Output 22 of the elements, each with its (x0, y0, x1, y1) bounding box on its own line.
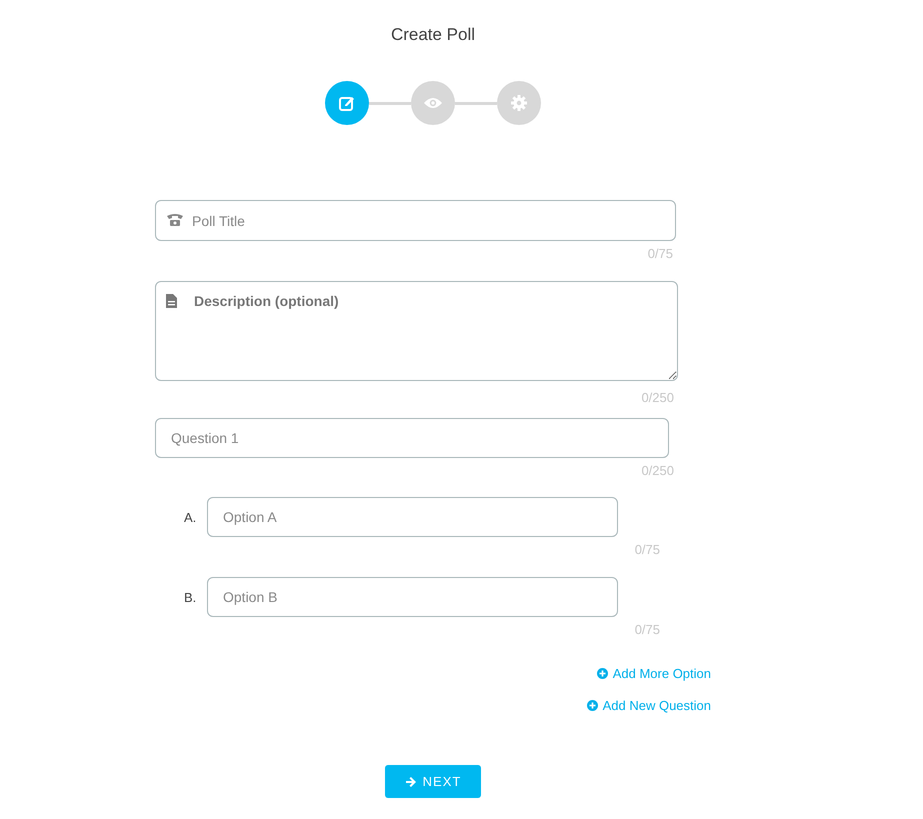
text-field[interactable]: Option B (207, 577, 618, 617)
text-field[interactable]: Poll Title (155, 200, 676, 241)
next-button[interactable]: NEXT (385, 765, 481, 798)
plus-circle-icon (586, 700, 598, 711)
step-circle[interactable] (497, 81, 541, 125)
arrow-right-icon (404, 776, 417, 788)
step-circle[interactable] (325, 81, 369, 125)
eye-icon (423, 96, 443, 110)
add-link[interactable]: Add New Question (586, 696, 711, 716)
text-field[interactable]: Question 1 (155, 418, 669, 458)
text-field[interactable]: Option A (207, 496, 618, 536)
step-connector (369, 102, 411, 104)
step-circle[interactable] (411, 81, 455, 125)
plus-circle-icon (596, 668, 608, 679)
telephone-icon (166, 213, 184, 227)
step-connector (455, 102, 497, 104)
description-field[interactable]: Description (optional) (155, 280, 678, 380)
option-letter: A. (183, 508, 198, 526)
add-link[interactable]: Add More Option (596, 664, 711, 683)
option-letter: B. (183, 589, 198, 607)
page-title: Create Poll (390, 24, 476, 46)
pencil-square-icon (338, 94, 356, 112)
